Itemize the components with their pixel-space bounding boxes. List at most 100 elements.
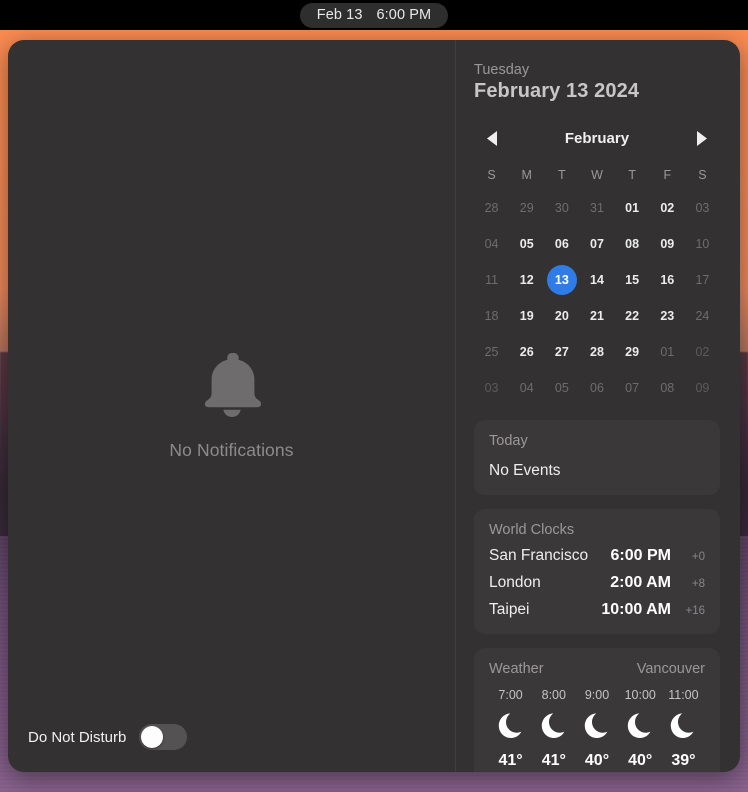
calendar-cell: 25 <box>474 334 509 370</box>
calendar-day[interactable]: 12 <box>512 265 542 295</box>
calendar-cell: 01 <box>650 334 685 370</box>
calendar-cell: 27 <box>544 334 579 370</box>
calendar-day-selected[interactable]: 13 <box>546 265 577 295</box>
calendar-day[interactable]: 21 <box>582 301 612 331</box>
no-notifications-label: No Notifications <box>169 440 294 460</box>
world-clock-row: London 2:00 AM +8 <box>489 574 705 592</box>
calendar-cell: 07 <box>579 226 614 262</box>
calendar-day[interactable]: 10 <box>687 229 717 259</box>
calendar-cell: 04 <box>474 226 509 262</box>
calendar-day[interactable]: 19 <box>512 301 542 331</box>
calendar-day[interactable]: 22 <box>617 301 647 331</box>
calendar-cell: 05 <box>544 370 579 406</box>
desktop-root: Feb 13 6:00 PM No Notifications Do Not D… <box>0 0 748 792</box>
chevron-right-icon[interactable] <box>691 127 713 149</box>
calendar-day[interactable]: 17 <box>687 265 717 295</box>
calendar-day[interactable]: 03 <box>687 193 717 223</box>
calendar-day[interactable]: 18 <box>477 301 507 331</box>
calendar-day[interactable]: 11 <box>477 265 507 295</box>
menubar-clock[interactable]: Feb 13 6:00 PM <box>299 2 449 28</box>
calendar-day[interactable]: 02 <box>687 337 717 367</box>
calendar-cell: 09 <box>685 370 720 406</box>
calendar-cell: 19 <box>509 298 544 334</box>
world-clock-city: London <box>489 574 541 591</box>
calendar-day[interactable]: 01 <box>652 337 682 367</box>
do-not-disturb-label: Do Not Disturb <box>28 728 127 746</box>
calendar-day[interactable]: 03 <box>477 373 507 403</box>
calendar-day[interactable]: 25 <box>477 337 507 367</box>
crescent-moon-icon <box>583 711 611 746</box>
world-clock-time: 6:00 PM <box>610 547 671 564</box>
calendar-cell: 09 <box>650 226 685 262</box>
calendar-cell: 31 <box>579 190 614 226</box>
calendar-day[interactable]: 28 <box>477 193 507 223</box>
header-full-date: February 13 2024 <box>474 80 640 102</box>
world-clocks-title: World Clocks <box>489 522 575 538</box>
calendar-cell: 11 <box>474 262 509 298</box>
calendar-day[interactable]: 29 <box>512 193 542 223</box>
calendar-day[interactable]: 04 <box>477 229 507 259</box>
calendar-day[interactable]: 30 <box>547 193 577 223</box>
calendar-day[interactable]: 15 <box>617 265 647 295</box>
calendar-day-header: T <box>628 168 636 182</box>
calendar-day[interactable]: 05 <box>547 373 577 403</box>
calendar-day[interactable]: 07 <box>617 373 647 403</box>
world-clock-time: 10:00 AM <box>601 601 671 618</box>
calendar-cell: 30 <box>544 190 579 226</box>
calendar-cell: 10 <box>685 226 720 262</box>
calendar-cell: 15 <box>615 262 650 298</box>
calendar-cell: 02 <box>685 334 720 370</box>
world-clock-city: San Francisco <box>489 547 589 564</box>
calendar-day[interactable]: 06 <box>582 373 612 403</box>
calendar-cell: 20 <box>544 298 579 334</box>
calendar-day[interactable]: 04 <box>512 373 542 403</box>
calendar-cell: 05 <box>509 226 544 262</box>
chevron-left-icon[interactable] <box>481 127 503 149</box>
calendar-cell: 06 <box>544 226 579 262</box>
weather-hour-temp: 40° <box>628 752 653 769</box>
calendar-cell: 07 <box>615 370 650 406</box>
calendar-day[interactable]: 02 <box>652 193 682 223</box>
calendar-day[interactable]: 28 <box>582 337 612 367</box>
weather-header: Weather Vancouver <box>489 661 705 677</box>
calendar-day[interactable]: 31 <box>582 193 612 223</box>
calendar-day[interactable]: 20 <box>547 301 577 331</box>
calendar-day[interactable]: 16 <box>652 265 682 295</box>
calendar-day[interactable]: 06 <box>547 229 577 259</box>
calendar-day[interactable]: 09 <box>687 373 717 403</box>
calendar-nav: February <box>474 127 720 149</box>
calendar-day[interactable]: 27 <box>547 337 577 367</box>
calendar-cell: 28 <box>579 334 614 370</box>
calendar-cell: 18 <box>474 298 509 334</box>
world-clock-time: 2:00 AM <box>610 574 671 591</box>
calendar-day[interactable]: 08 <box>652 373 682 403</box>
calendar-day[interactable]: 09 <box>652 229 682 259</box>
calendar-cell: 08 <box>650 370 685 406</box>
calendar-day[interactable]: 01 <box>617 193 647 223</box>
calendar-day[interactable]: 23 <box>652 301 682 331</box>
calendar-cell: 03 <box>685 190 720 226</box>
calendar-month-label: February <box>564 129 630 147</box>
calendar-day[interactable]: 29 <box>617 337 647 367</box>
calendar-day[interactable]: 14 <box>582 265 612 295</box>
calendar-day-header: F <box>663 168 672 182</box>
bell-icon <box>203 350 261 418</box>
do-not-disturb-row[interactable]: Do Not Disturb <box>28 724 188 750</box>
crescent-moon-icon <box>497 711 525 746</box>
world-clocks-widget: World Clocks San Francisco 6:00 PM +0 Londo… <box>474 509 720 634</box>
calendar-cell: 14 <box>579 262 614 298</box>
calendar-day-header: W <box>591 168 603 182</box>
calendar-day[interactable]: 08 <box>617 229 647 259</box>
weather-hour-column: 7:00 41° <box>489 688 532 770</box>
menu-bar: Feb 13 6:00 PM <box>0 0 748 30</box>
calendar-day[interactable]: 24 <box>687 301 717 331</box>
notifications-empty-state: No Notifications <box>8 350 455 461</box>
calendar-day[interactable]: 05 <box>512 229 542 259</box>
do-not-disturb-toggle[interactable] <box>139 724 188 750</box>
calendar-cell: 08 <box>615 226 650 262</box>
calendar-day[interactable]: 07 <box>582 229 612 259</box>
world-clock-row: San Francisco 6:00 PM +0 <box>489 547 705 565</box>
calendar-day[interactable]: 26 <box>512 337 542 367</box>
weather-hour-column: 10:00 40° <box>619 688 662 770</box>
calendar-cell: 02 <box>650 190 685 226</box>
